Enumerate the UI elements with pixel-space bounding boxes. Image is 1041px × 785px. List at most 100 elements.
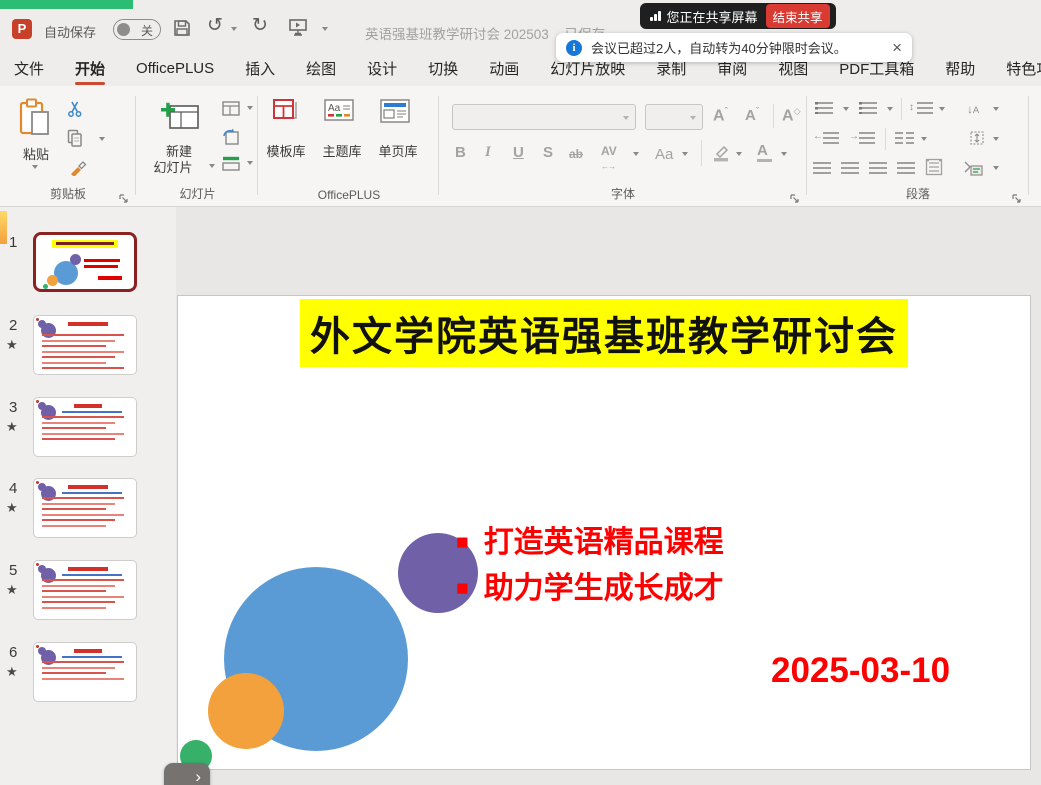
- align-left-icon[interactable]: [813, 162, 831, 174]
- clear-formatting-icon[interactable]: A◇: [782, 106, 800, 125]
- paste-label[interactable]: 粘贴: [14, 144, 58, 163]
- font-color-dropdown-icon[interactable]: [781, 152, 787, 156]
- menu-tab-3[interactable]: OfficePLUS: [134, 54, 216, 83]
- single-page-library-icon[interactable]: [379, 98, 411, 131]
- mini-text-line: [42, 416, 124, 418]
- single-page-library-label[interactable]: 单页库: [371, 141, 425, 160]
- justify-icon[interactable]: [897, 162, 915, 174]
- distribute-text-icon[interactable]: [925, 158, 943, 181]
- slide-bullets[interactable]: ■打造英语精品课程 ■助力学生成长成才: [456, 520, 724, 612]
- paste-button[interactable]: [18, 98, 52, 143]
- grow-font-icon[interactable]: Aˆ: [713, 106, 728, 125]
- theme-library-label[interactable]: 主题库: [315, 141, 369, 160]
- reset-slide-icon[interactable]: [222, 128, 240, 151]
- copy-icon[interactable]: [66, 129, 84, 152]
- align-text-dropdown-icon[interactable]: [993, 137, 999, 141]
- line-spacing-dropdown-icon[interactable]: [939, 107, 945, 111]
- font-name-select[interactable]: [452, 104, 636, 130]
- section-dropdown-icon[interactable]: [247, 161, 253, 165]
- slide-thumbnail-1[interactable]: [33, 232, 137, 292]
- mini-text-line: [42, 596, 124, 598]
- slide-date[interactable]: 2025-03-10: [771, 651, 950, 691]
- thumbnail-row-2: 2★: [0, 315, 176, 387]
- redo-icon[interactable]: ↻: [252, 15, 268, 37]
- save-icon[interactable]: [172, 18, 192, 43]
- format-painter-icon[interactable]: [68, 158, 88, 181]
- highlight-dropdown-icon[interactable]: [736, 152, 742, 156]
- decrease-indent-icon[interactable]: ←: [813, 131, 823, 142]
- quick-access-dropdown-icon[interactable]: [322, 27, 328, 31]
- new-slide-button[interactable]: [161, 99, 201, 136]
- layout-dropdown-icon[interactable]: [247, 106, 253, 110]
- columns-icon[interactable]: [895, 132, 914, 144]
- highlight-color-icon[interactable]: [711, 142, 731, 167]
- autosave-toggle[interactable]: 关: [113, 19, 161, 40]
- mini-text-line: [42, 590, 106, 592]
- menu-tab-7[interactable]: 切换: [426, 52, 460, 85]
- bullet-list-icon[interactable]: [815, 102, 833, 114]
- slide-thumbnail-4[interactable]: [33, 478, 137, 538]
- clipboard-dialog-launcher-icon[interactable]: [119, 191, 129, 201]
- menu-tab-8[interactable]: 动画: [487, 52, 521, 85]
- slide-thumbnail-3[interactable]: [33, 397, 137, 457]
- text-shadow-icon[interactable]: S: [543, 144, 553, 161]
- align-center-icon[interactable]: [841, 162, 859, 174]
- numbered-list-dropdown-icon[interactable]: [887, 107, 893, 111]
- text-direction-icon[interactable]: ↓A: [967, 102, 979, 116]
- text-direction-dropdown-icon[interactable]: [993, 107, 999, 111]
- end-share-button[interactable]: 结束共享: [766, 4, 830, 28]
- numbered-list-icon[interactable]: [859, 102, 877, 114]
- menu-tab-4[interactable]: 插入: [243, 52, 277, 85]
- menu-tab-6[interactable]: 设计: [365, 52, 399, 85]
- change-case-icon[interactable]: Aa: [655, 146, 673, 163]
- cut-icon[interactable]: [66, 100, 84, 123]
- spacing-dropdown-icon[interactable]: [633, 152, 639, 156]
- menu-tab-1[interactable]: 文件: [12, 52, 46, 85]
- bullet-list-dropdown-icon[interactable]: [843, 107, 849, 111]
- current-slide[interactable]: 外文学院英语强基班教学研讨会 ■打造英语精品课程 ■助力学生成长成才 2025-…: [177, 295, 1031, 770]
- italic-icon[interactable]: I: [485, 144, 491, 161]
- template-library-label[interactable]: 模板库: [259, 141, 313, 160]
- mini-text-line: [42, 525, 106, 527]
- convert-smartart-icon[interactable]: [963, 160, 983, 181]
- font-dialog-launcher-icon[interactable]: [790, 191, 800, 201]
- columns-dropdown-icon[interactable]: [921, 137, 927, 141]
- paste-dropdown-icon[interactable]: [32, 165, 38, 169]
- notice-close-icon[interactable]: ×: [892, 40, 902, 56]
- slide-thumbnail-5[interactable]: [33, 560, 137, 620]
- slide-layout-icon[interactable]: [222, 101, 240, 121]
- case-dropdown-icon[interactable]: [682, 152, 688, 156]
- smartart-dropdown-icon[interactable]: [993, 166, 999, 170]
- slide-title[interactable]: 外文学院英语强基班教学研讨会: [300, 299, 908, 367]
- align-text-vertical-icon[interactable]: [969, 130, 985, 151]
- slide-thumbnail-2[interactable]: [33, 315, 137, 375]
- menu-tab-2[interactable]: 开始: [73, 52, 107, 85]
- bold-icon[interactable]: B: [455, 144, 466, 161]
- copy-dropdown-icon[interactable]: [99, 137, 105, 141]
- undo-icon[interactable]: ↺: [207, 15, 223, 37]
- new-slide-label-line2[interactable]: 幻灯片: [137, 157, 209, 176]
- align-right-icon[interactable]: [869, 162, 887, 174]
- section-icon[interactable]: [222, 156, 240, 176]
- font-size-select[interactable]: [645, 104, 703, 130]
- paragraph-dialog-launcher-icon[interactable]: [1012, 191, 1022, 201]
- collapsed-panel-toggle[interactable]: ›: [164, 763, 210, 785]
- menu-tab-5[interactable]: 绘图: [304, 52, 338, 85]
- new-slide-dropdown-icon[interactable]: [209, 164, 215, 168]
- theme-library-icon[interactable]: Aa: [323, 98, 355, 131]
- font-color-icon[interactable]: A: [757, 142, 772, 162]
- menu-tab-14[interactable]: 帮助: [943, 52, 977, 85]
- template-library-icon[interactable]: [271, 98, 301, 131]
- undo-dropdown-icon[interactable]: [231, 27, 237, 31]
- strikethrough-icon[interactable]: ab: [569, 147, 583, 161]
- slide-thumbnail-6[interactable]: [33, 642, 137, 702]
- shrink-font-icon[interactable]: Aˇ: [745, 106, 759, 124]
- group-label-paragraph: 段落: [807, 185, 1029, 202]
- underline-icon[interactable]: U: [513, 144, 524, 161]
- increase-indent-icon[interactable]: →: [849, 131, 859, 142]
- line-spacing-icon[interactable]: ↕: [909, 102, 914, 113]
- start-slideshow-icon[interactable]: [288, 17, 308, 42]
- thumbnail-row-6: 6★: [0, 642, 176, 714]
- character-spacing-icon[interactable]: AV←→: [601, 144, 617, 172]
- menu-tab-15[interactable]: 特色功能: [1004, 52, 1041, 85]
